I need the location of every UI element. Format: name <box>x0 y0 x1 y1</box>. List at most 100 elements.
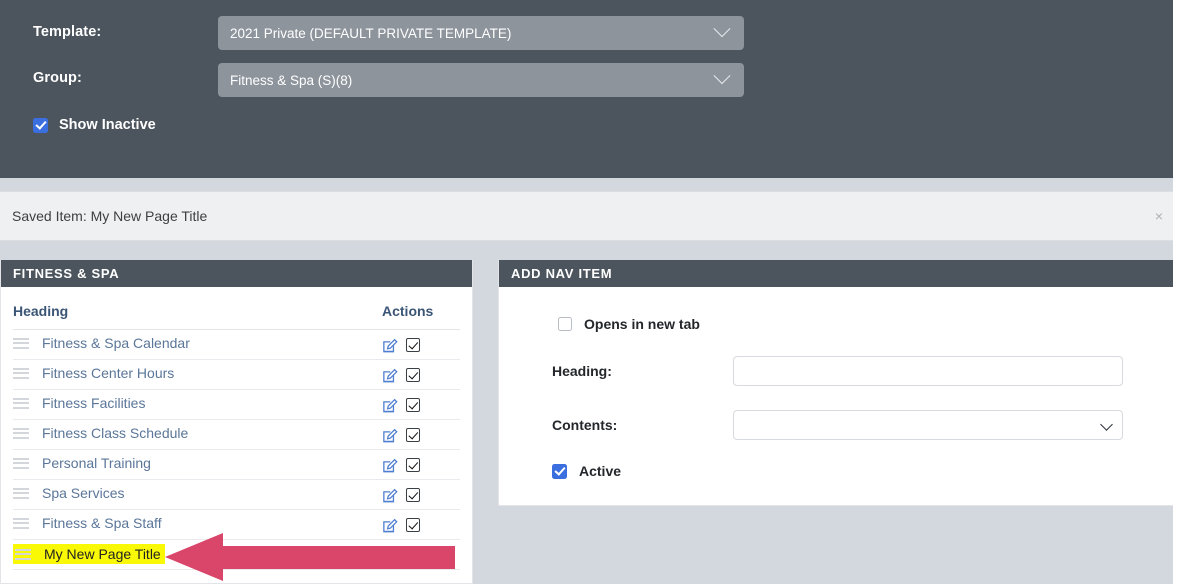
table-row: Spa Services <box>13 479 460 510</box>
nav-item-link[interactable]: Fitness Center Hours <box>42 365 174 381</box>
checkbox-checked-icon[interactable] <box>406 337 420 352</box>
show-inactive-checkbox[interactable] <box>33 117 48 133</box>
table-row: Fitness Facilities <box>13 389 460 420</box>
edit-pencil-icon[interactable] <box>382 427 398 443</box>
drag-handle-icon[interactable] <box>13 487 29 499</box>
table-row: Personal Training <box>13 449 460 480</box>
drag-handle-icon[interactable] <box>13 427 29 439</box>
nav-item: Fitness Class Schedule <box>13 425 188 441</box>
drag-handle-icon[interactable] <box>13 517 29 529</box>
actions-group <box>382 367 460 383</box>
opens-new-tab-label: Opens in new tab <box>584 316 700 332</box>
checkbox-checked-icon[interactable] <box>406 427 420 442</box>
edit-pencil-icon[interactable] <box>382 397 398 413</box>
drag-handle-icon[interactable] <box>15 548 31 560</box>
checkbox-checked-icon[interactable] <box>406 397 420 412</box>
template-select[interactable]: 2021 Private (DEFAULT PRIVATE TEMPLATE) <box>218 16 744 50</box>
table-row: Fitness & Spa Calendar <box>13 329 460 360</box>
nav-item: Personal Training <box>13 455 151 471</box>
actions-group <box>382 457 460 473</box>
nav-item-link[interactable]: Fitness & Spa Staff <box>42 515 162 531</box>
nav-item-heading-cell: Fitness & Spa Calendar <box>13 329 382 360</box>
contents-field-row: Contents: <box>525 410 1152 440</box>
checkbox-checked-icon[interactable] <box>406 457 420 472</box>
add-nav-item-form: Opens in new tab Heading: Contents: Acti… <box>499 287 1178 479</box>
opens-new-tab-checkbox[interactable] <box>558 317 572 331</box>
chevron-down-icon <box>713 67 731 85</box>
drag-handle-icon[interactable] <box>13 397 29 409</box>
nav-item: Spa Services <box>13 485 124 501</box>
table-row: Fitness Class Schedule <box>13 419 460 450</box>
heading-field-row: Heading: <box>525 356 1152 386</box>
nav-item: Fitness & Spa Calendar <box>13 335 190 351</box>
checkbox-checked-icon[interactable] <box>406 517 420 532</box>
nav-item-link[interactable]: Fitness & Spa Calendar <box>42 335 190 351</box>
nav-item-link[interactable]: My New Page Title <box>44 546 161 562</box>
window-scrollbar[interactable] <box>1173 0 1179 584</box>
group-label: Group: <box>33 70 82 86</box>
edit-pencil-icon[interactable] <box>382 337 398 353</box>
checkbox-checked-icon[interactable] <box>406 487 420 502</box>
actions-group <box>382 487 460 503</box>
contents-field-label: Contents: <box>552 417 618 433</box>
nav-item-actions-cell <box>382 359 460 390</box>
group-select[interactable]: Fitness & Spa (S)(8) <box>218 63 744 97</box>
edit-pencil-icon[interactable] <box>382 487 398 503</box>
filter-toolbar: Template: 2021 Private (DEFAULT PRIVATE … <box>0 0 1173 178</box>
drag-handle-icon[interactable] <box>13 337 29 349</box>
edit-pencil-icon[interactable] <box>382 457 398 473</box>
column-header-actions: Actions <box>382 287 460 330</box>
nav-item-actions-cell <box>382 389 460 420</box>
nav-item-actions-cell <box>382 449 460 480</box>
active-row[interactable]: Active <box>552 463 1152 479</box>
edit-pencil-icon[interactable] <box>382 517 398 533</box>
actions-group <box>382 397 460 413</box>
nav-item-actions-cell <box>382 479 460 510</box>
left-arrow-annotation <box>165 533 455 581</box>
nav-items-panel-title: FITNESS & SPA <box>1 260 472 287</box>
template-label: Template: <box>33 24 102 40</box>
nav-item: Fitness Facilities <box>13 395 145 411</box>
actions-group <box>382 427 460 443</box>
nav-item: Fitness Center Hours <box>13 365 174 381</box>
nav-item-heading-cell: Fitness Class Schedule <box>13 419 382 450</box>
group-filter-row: Group: <box>33 70 82 86</box>
nav-item-heading-cell: Fitness Facilities <box>13 389 382 420</box>
nav-item-link[interactable]: Spa Services <box>42 485 124 501</box>
nav-items-panel-body: Heading Actions Fitness & Spa Calendar Fi… <box>1 287 472 570</box>
drag-handle-icon[interactable] <box>13 457 29 469</box>
actions-group <box>382 517 460 533</box>
nav-item-highlighted: My New Page Title <box>13 544 165 565</box>
add-nav-item-panel: ADD NAV ITEM Opens in new tab Heading: C… <box>498 260 1179 506</box>
edit-pencil-icon[interactable] <box>382 367 398 383</box>
saved-item-alert: Saved Item: My New Page Title × <box>0 191 1173 241</box>
active-checkbox[interactable] <box>552 463 567 479</box>
chevron-down-icon <box>713 20 731 38</box>
nav-items-table: Heading Actions Fitness & Spa Calendar Fi… <box>13 287 460 570</box>
nav-item-heading-cell: Personal Training <box>13 449 382 480</box>
active-label: Active <box>579 463 622 479</box>
nav-item-heading-cell: Spa Services <box>13 479 382 510</box>
checkbox-checked-icon[interactable] <box>406 367 420 382</box>
template-select-value: 2021 Private (DEFAULT PRIVATE TEMPLATE) <box>230 25 512 41</box>
drag-handle-icon[interactable] <box>13 367 29 379</box>
template-filter-row: Template: <box>33 24 101 40</box>
nav-item-link[interactable]: Fitness Facilities <box>42 395 145 411</box>
heading-field-label: Heading: <box>552 363 612 379</box>
nav-item: Fitness & Spa Staff <box>13 515 162 531</box>
chevron-down-icon <box>1100 418 1113 431</box>
add-nav-item-panel-title: ADD NAV ITEM <box>499 260 1178 287</box>
group-select-value: Fitness & Spa (S)(8) <box>230 72 353 88</box>
contents-select[interactable] <box>733 410 1123 440</box>
nav-item-actions-cell <box>382 419 460 450</box>
close-icon[interactable]: × <box>1155 209 1163 223</box>
heading-input[interactable] <box>733 356 1123 386</box>
show-inactive-row[interactable]: Show Inactive <box>33 117 156 133</box>
nav-item-link[interactable]: Fitness Class Schedule <box>42 425 188 441</box>
nav-item-actions-cell <box>382 329 460 360</box>
nav-item-link[interactable]: Personal Training <box>42 455 151 471</box>
table-header-row: Heading Actions <box>13 287 460 330</box>
page-root: Template: 2021 Private (DEFAULT PRIVATE … <box>0 0 1179 584</box>
table-row: Fitness Center Hours <box>13 359 460 390</box>
opens-new-tab-row[interactable]: Opens in new tab <box>558 316 1152 332</box>
